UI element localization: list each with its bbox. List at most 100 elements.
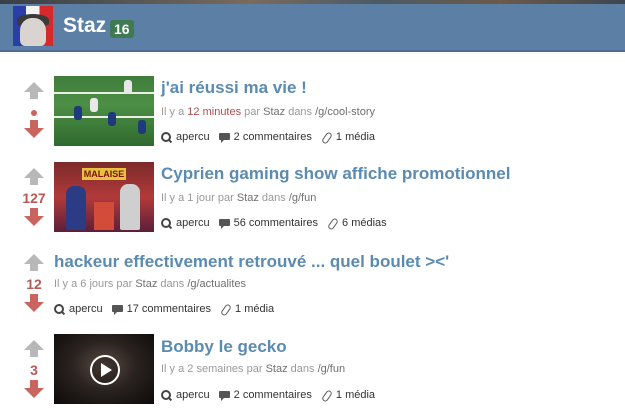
post-actions: apercu 56 commentaires 6 médias <box>161 216 396 230</box>
comments-link[interactable]: 2 commentaires <box>218 388 312 402</box>
player-figure <box>108 112 116 126</box>
apercu-button[interactable]: apercu <box>161 130 210 144</box>
person-figure <box>66 186 86 230</box>
field-line <box>54 116 154 118</box>
post-age: 6 jours <box>80 278 114 290</box>
post-title[interactable]: Bobby le gecko <box>161 337 287 357</box>
media-count: 6 médias <box>342 217 387 229</box>
player-figure <box>90 98 98 112</box>
magnifier-icon <box>54 303 65 315</box>
media-count: 1 média <box>335 131 376 143</box>
apercu-button[interactable]: apercu <box>54 302 103 316</box>
player-figure <box>74 106 82 120</box>
ago-prefix: Il y a <box>161 192 188 204</box>
downvote-icon[interactable] <box>24 380 44 400</box>
post-age: 1 jour <box>187 192 215 204</box>
post-title[interactable]: Cyprien gaming show affiche promotionnel <box>161 164 510 184</box>
in-label: dans <box>157 278 188 290</box>
by-label: par <box>113 278 136 290</box>
apercu-button[interactable]: apercu <box>161 216 210 230</box>
media-count: 1 média <box>335 389 376 401</box>
comment-icon <box>218 218 230 229</box>
comments-count: 2 commentaires <box>233 131 312 143</box>
post-thumbnail[interactable]: MALAISE <box>54 162 154 232</box>
media-link[interactable]: 1 média <box>220 302 274 316</box>
avatar-face <box>20 18 46 46</box>
post-author[interactable]: Staz <box>263 106 285 118</box>
comments-link[interactable]: 17 commentaires <box>111 302 211 316</box>
post-author[interactable]: Staz <box>266 363 288 375</box>
post-meta: Il y a 1 jour par Staz dans /g/fun <box>161 191 316 205</box>
post-thumbnail[interactable] <box>54 334 154 404</box>
ago-prefix: Il y a <box>54 278 81 290</box>
in-label: dans <box>258 192 289 204</box>
media-count: 1 média <box>235 303 275 315</box>
magnifier-icon <box>161 217 172 229</box>
post-score: 12 <box>26 276 42 292</box>
downvote-icon[interactable] <box>24 208 44 228</box>
media-link[interactable]: 1 média <box>321 130 375 144</box>
paperclip-icon <box>321 132 332 143</box>
media-link[interactable]: 6 médias <box>327 216 387 230</box>
paperclip-icon <box>220 304 231 315</box>
username[interactable]: Staz <box>63 14 106 38</box>
in-label: dans <box>287 363 318 375</box>
in-label: dans <box>285 106 316 118</box>
magnifier-icon <box>161 131 172 143</box>
post-score: 127 <box>22 190 46 206</box>
comments-count: 56 commentaires <box>233 217 319 229</box>
ago-prefix: Il y a <box>161 363 188 375</box>
post-author[interactable]: Staz <box>135 278 157 290</box>
comments-link[interactable]: 56 commentaires <box>218 216 319 230</box>
post-category[interactable]: /g/actualites <box>187 278 246 290</box>
magnifier-icon <box>161 389 172 401</box>
comment-icon <box>111 304 123 315</box>
downvote-icon[interactable] <box>24 294 44 314</box>
apercu-label: apercu <box>69 303 103 315</box>
post-category[interactable]: /g/fun <box>289 192 317 204</box>
paperclip-icon <box>327 218 338 229</box>
comment-icon <box>218 390 230 401</box>
by-label: par <box>214 192 237 204</box>
post-actions: apercu 2 commentaires 1 média <box>161 388 384 402</box>
level-badge: 16 <box>110 20 134 38</box>
upvote-icon[interactable] <box>24 82 44 102</box>
upvote-icon[interactable] <box>24 254 44 274</box>
post-meta: Il y a 2 semaines par Staz dans /g/fun <box>161 362 345 376</box>
post-meta: Il y a 6 jours par Staz dans /g/actualit… <box>54 277 246 291</box>
post-author[interactable]: Staz <box>237 192 259 204</box>
apercu-label: apercu <box>176 389 210 401</box>
post-age: 2 semaines <box>187 363 244 375</box>
ago-prefix: Il y a <box>161 106 188 118</box>
upvote-icon[interactable] <box>24 340 44 360</box>
post-actions: apercu 2 commentaires 1 média <box>161 130 384 144</box>
post-title[interactable]: hackeur effectivement retrouvé ... quel … <box>54 252 449 272</box>
media-link[interactable]: 1 média <box>321 388 375 402</box>
crate-shape <box>94 202 114 230</box>
post-actions: apercu 17 commentaires 1 média <box>54 302 283 316</box>
user-avatar[interactable] <box>13 6 53 46</box>
upvote-icon[interactable] <box>24 168 44 188</box>
player-figure <box>138 120 146 134</box>
apercu-button[interactable]: apercu <box>161 388 210 402</box>
by-label: par <box>243 363 266 375</box>
post-category[interactable]: /g/fun <box>318 363 346 375</box>
post-score: 3 <box>30 362 38 378</box>
by-label: par <box>241 106 264 118</box>
play-icon[interactable] <box>90 355 120 385</box>
post-age: 12 minutes <box>187 106 242 118</box>
post-thumbnail[interactable] <box>54 76 154 146</box>
comments-link[interactable]: 2 commentaires <box>218 130 312 144</box>
post-meta: Il y a 12 minutes par Staz dans /g/cool-… <box>161 105 375 119</box>
comment-icon <box>218 132 230 143</box>
person-figure <box>120 184 140 230</box>
paperclip-icon <box>321 390 332 401</box>
thumbnail-sign: MALAISE <box>82 168 126 180</box>
comments-count: 2 commentaires <box>233 389 312 401</box>
post-title[interactable]: j'ai réussi ma vie ! <box>161 78 307 98</box>
score-dot <box>31 110 37 116</box>
post-category[interactable]: /g/cool-story <box>315 106 375 118</box>
player-figure <box>124 80 132 94</box>
downvote-icon[interactable] <box>24 120 44 140</box>
apercu-label: apercu <box>176 131 210 143</box>
